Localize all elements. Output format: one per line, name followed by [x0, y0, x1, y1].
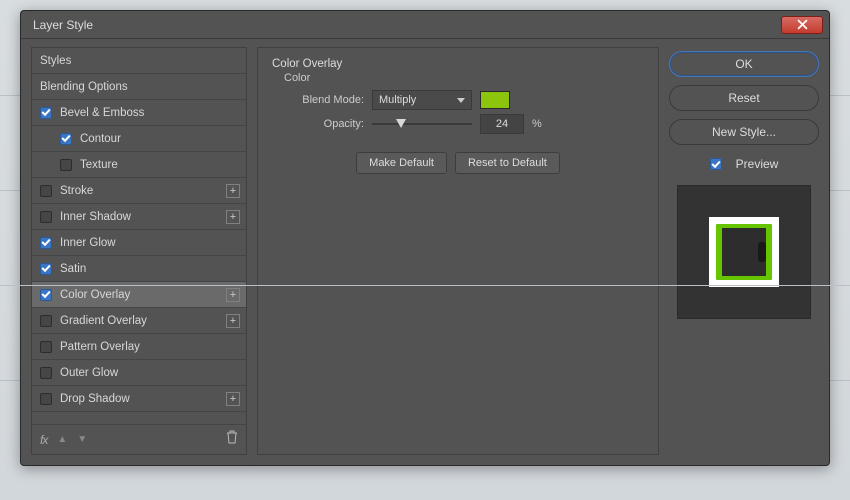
- style-item-blending-options[interactable]: Blending Options: [32, 74, 246, 100]
- close-button[interactable]: [781, 16, 823, 34]
- opacity-slider-thumb[interactable]: [396, 119, 406, 128]
- add-effect-icon[interactable]: +: [226, 210, 240, 224]
- titlebar: Layer Style: [21, 11, 829, 39]
- style-item-label: Styles: [40, 55, 71, 67]
- style-item-inner-shadow[interactable]: Inner Shadow +: [32, 204, 246, 230]
- style-item-label: Outer Glow: [60, 367, 118, 379]
- style-item-color-overlay[interactable]: Color Overlay +: [32, 282, 246, 308]
- style-item-satin[interactable]: Satin: [32, 256, 246, 282]
- make-default-button[interactable]: Make Default: [356, 152, 447, 174]
- add-effect-icon[interactable]: +: [226, 392, 240, 406]
- blend-mode-row: Blend Mode: Multiply: [268, 90, 648, 110]
- group-subtitle: Color: [284, 72, 648, 84]
- blend-mode-select[interactable]: Multiply: [372, 90, 472, 110]
- style-checkbox[interactable]: [40, 211, 52, 223]
- style-item-stroke[interactable]: Stroke +: [32, 178, 246, 204]
- settings-panel: Color Overlay Color Blend Mode: Multiply…: [257, 47, 659, 455]
- color-swatch[interactable]: [480, 91, 510, 109]
- reset-button[interactable]: Reset: [669, 85, 819, 111]
- preview-box: [677, 185, 811, 319]
- style-checkbox[interactable]: [40, 237, 52, 249]
- style-item-label: Pattern Overlay: [60, 341, 140, 353]
- style-item-label: Inner Glow: [60, 237, 116, 249]
- opacity-input[interactable]: [480, 114, 524, 134]
- style-item-label: Texture: [80, 159, 118, 171]
- style-item-label: Stroke: [60, 185, 93, 197]
- style-checkbox[interactable]: [40, 341, 52, 353]
- style-item-label: Contour: [80, 133, 121, 145]
- opacity-row: Opacity: %: [268, 114, 648, 134]
- style-checkbox[interactable]: [40, 367, 52, 379]
- add-effect-icon[interactable]: +: [226, 184, 240, 198]
- blend-mode-value: Multiply: [379, 94, 416, 106]
- style-checkbox[interactable]: [40, 315, 52, 327]
- preview-checkbox[interactable]: [710, 158, 722, 170]
- ok-button[interactable]: OK: [669, 51, 819, 77]
- style-checkbox[interactable]: [40, 289, 52, 301]
- style-item-bevel-emboss[interactable]: Bevel & Emboss: [32, 100, 246, 126]
- blend-mode-label: Blend Mode:: [284, 94, 364, 106]
- add-effect-icon[interactable]: +: [226, 314, 240, 328]
- window-title: Layer Style: [33, 18, 781, 32]
- style-item-drop-shadow[interactable]: Drop Shadow +: [32, 386, 246, 412]
- preview-label: Preview: [736, 157, 779, 171]
- new-style-button[interactable]: New Style...: [669, 119, 819, 145]
- close-icon: [797, 19, 808, 30]
- preview-inner: [709, 217, 779, 287]
- style-checkbox[interactable]: [40, 185, 52, 197]
- style-item-gradient-overlay[interactable]: Gradient Overlay +: [32, 308, 246, 334]
- style-checkbox[interactable]: [40, 263, 52, 275]
- preview-toggle-row: Preview: [669, 157, 819, 171]
- style-item-label: Color Overlay: [60, 289, 130, 301]
- fx-icon[interactable]: fx: [40, 433, 47, 447]
- style-item-label: Drop Shadow: [60, 393, 130, 405]
- style-item-label: Gradient Overlay: [60, 315, 147, 327]
- right-column: OK Reset New Style... Preview: [669, 47, 819, 455]
- styles-list: Styles Blending Options Bevel & Emboss Cont…: [32, 48, 246, 424]
- dialog-content: Styles Blending Options Bevel & Emboss Cont…: [31, 47, 819, 455]
- opacity-label: Opacity:: [284, 118, 364, 130]
- styles-footer: fx ▲ ▼: [32, 424, 246, 454]
- styles-panel: Styles Blending Options Bevel & Emboss Cont…: [31, 47, 247, 455]
- add-effect-icon[interactable]: +: [226, 288, 240, 302]
- style-item-label: Satin: [60, 263, 86, 275]
- style-item-label: Blending Options: [40, 81, 128, 93]
- style-item-styles[interactable]: Styles: [32, 48, 246, 74]
- reset-default-button[interactable]: Reset to Default: [455, 152, 560, 174]
- default-buttons-row: Make Default Reset to Default: [268, 152, 648, 174]
- style-item-texture[interactable]: Texture: [32, 152, 246, 178]
- style-item-pattern-overlay[interactable]: Pattern Overlay: [32, 334, 246, 360]
- style-checkbox[interactable]: [60, 133, 72, 145]
- style-item-label: Bevel & Emboss: [60, 107, 144, 119]
- style-checkbox[interactable]: [40, 393, 52, 405]
- layer-style-dialog: Layer Style Styles Blending Options Bevel …: [20, 10, 830, 466]
- style-item-inner-glow[interactable]: Inner Glow: [32, 230, 246, 256]
- style-item-contour[interactable]: Contour: [32, 126, 246, 152]
- style-checkbox[interactable]: [40, 107, 52, 119]
- group-title: Color Overlay: [272, 58, 648, 70]
- style-checkbox[interactable]: [60, 159, 72, 171]
- opacity-unit: %: [532, 118, 542, 130]
- arrow-down-icon[interactable]: ▼: [77, 434, 87, 445]
- preview-core: [716, 224, 772, 280]
- style-item-outer-glow[interactable]: Outer Glow: [32, 360, 246, 386]
- opacity-slider[interactable]: [372, 117, 472, 131]
- style-item-label: Inner Shadow: [60, 211, 131, 223]
- trash-icon[interactable]: [226, 430, 238, 449]
- arrow-up-icon[interactable]: ▲: [57, 434, 67, 445]
